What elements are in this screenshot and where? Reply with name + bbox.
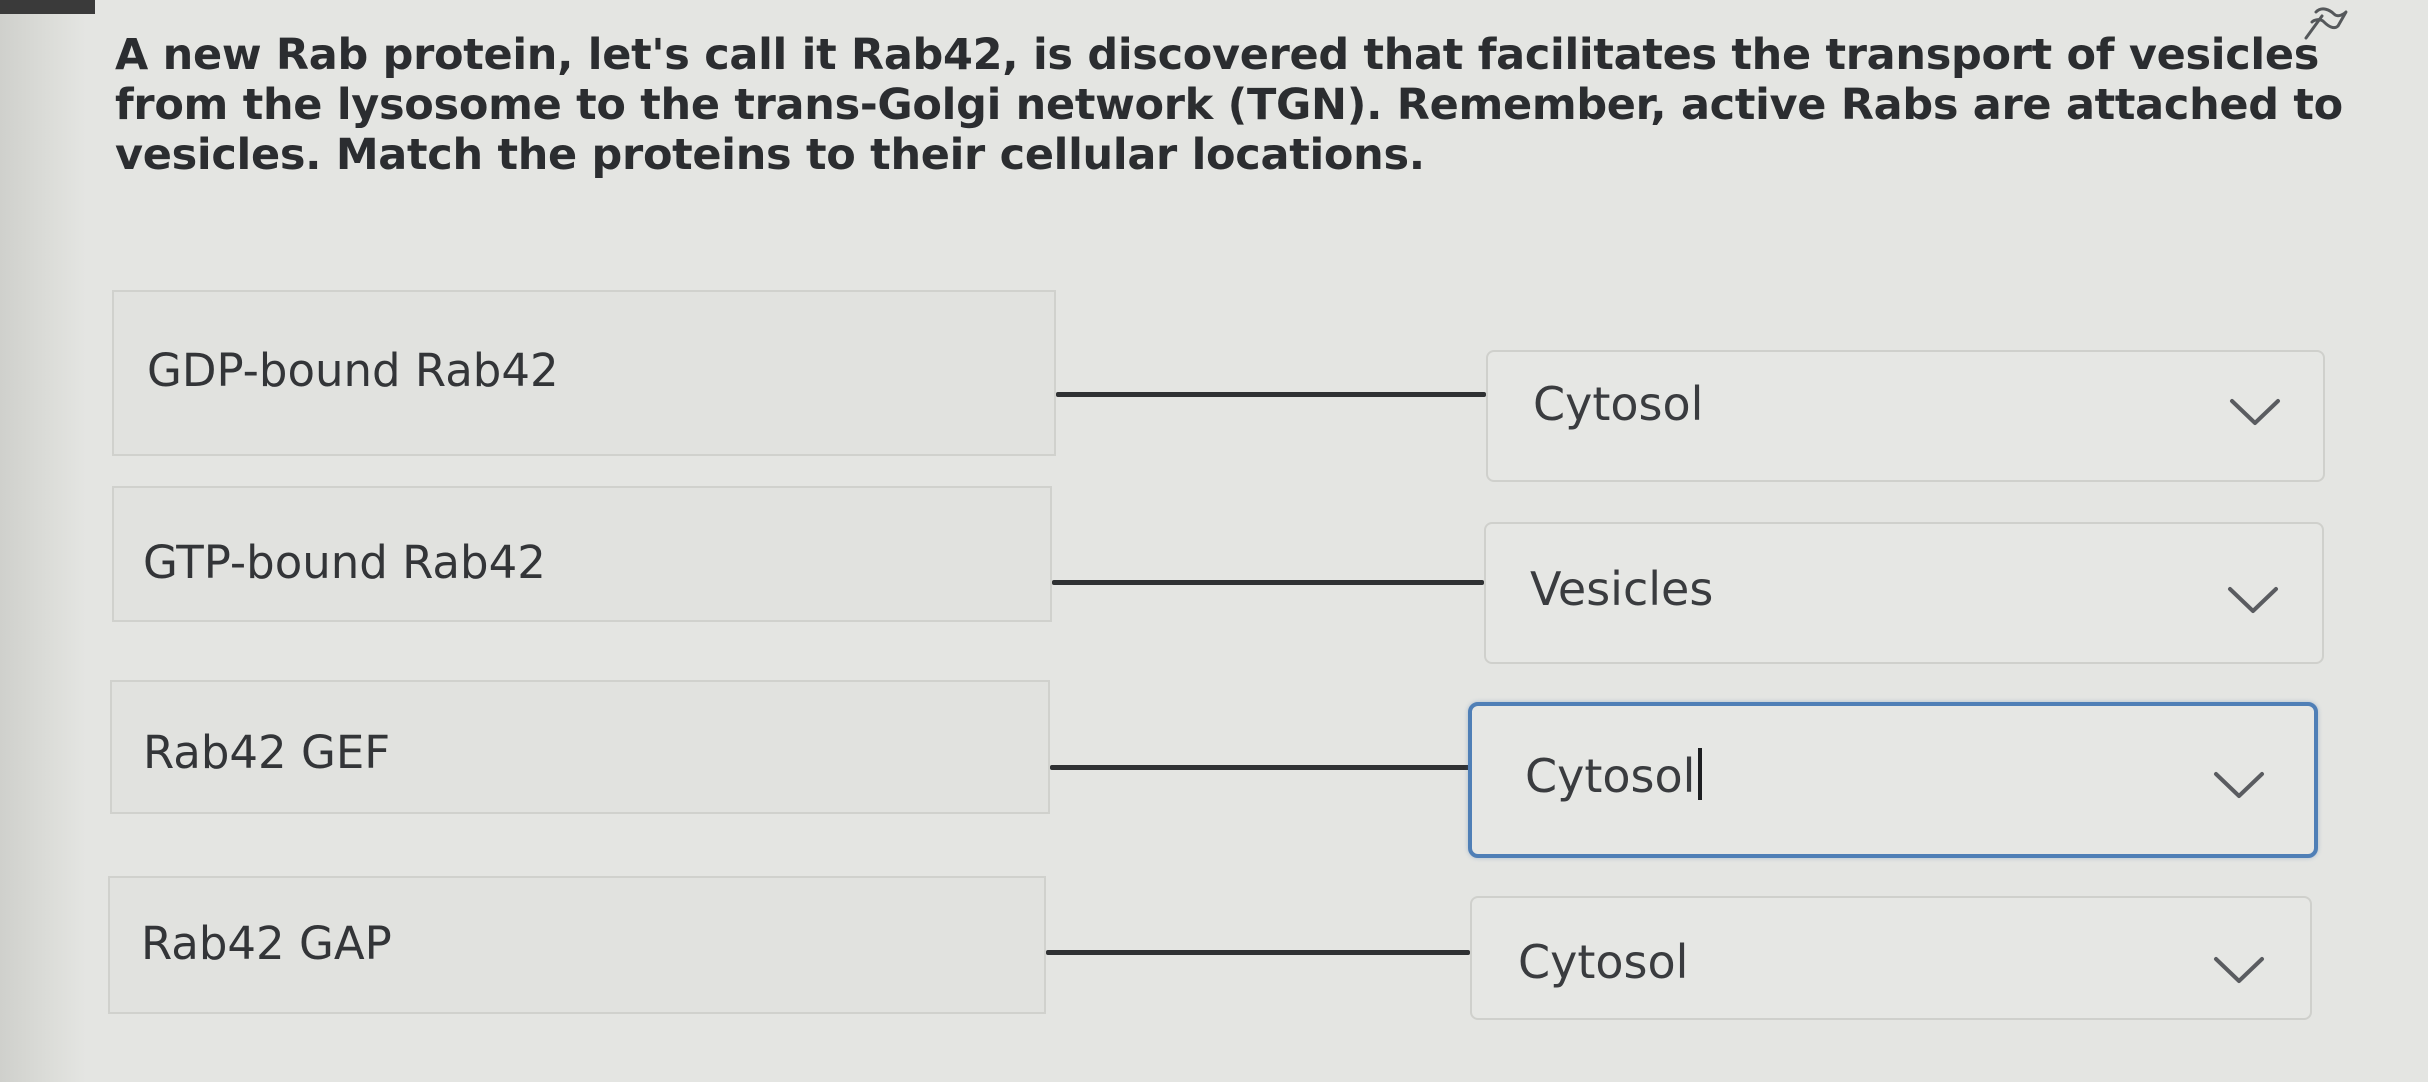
chevron-down-icon[interactable] [2226, 585, 2280, 615]
term-label: Rab42 GAP [141, 917, 392, 970]
photo-edge-sliver [0, 0, 95, 14]
photo-edge-shadow [0, 0, 86, 1082]
flag-icon[interactable] [2300, 2, 2348, 42]
connector-line [1052, 580, 1484, 585]
match-row-4: Rab42 GAP Cytosol [0, 0, 2428, 1020]
location-select-value: Vesicles [1530, 562, 1714, 616]
connector-line [1056, 392, 1486, 397]
location-select-value: Cytosol [1525, 748, 1703, 803]
question-prompt: A new Rab protein, let's call it Rab42, … [115, 30, 2343, 180]
connector-line [1050, 765, 1470, 770]
term-label: GDP-bound Rab42 [147, 344, 559, 397]
chevron-down-icon[interactable] [2212, 770, 2266, 800]
text-cursor [1698, 748, 1703, 800]
chevron-down-icon[interactable] [2212, 955, 2266, 985]
location-select-text: Cytosol [1525, 749, 1696, 803]
term-label: GTP-bound Rab42 [143, 536, 546, 589]
chevron-down-icon[interactable] [2228, 397, 2282, 427]
location-select-value: Cytosol [1518, 935, 1689, 989]
location-select-value: Cytosol [1533, 377, 1704, 431]
connector-line [1046, 950, 1470, 955]
term-label: Rab42 GEF [143, 726, 391, 779]
